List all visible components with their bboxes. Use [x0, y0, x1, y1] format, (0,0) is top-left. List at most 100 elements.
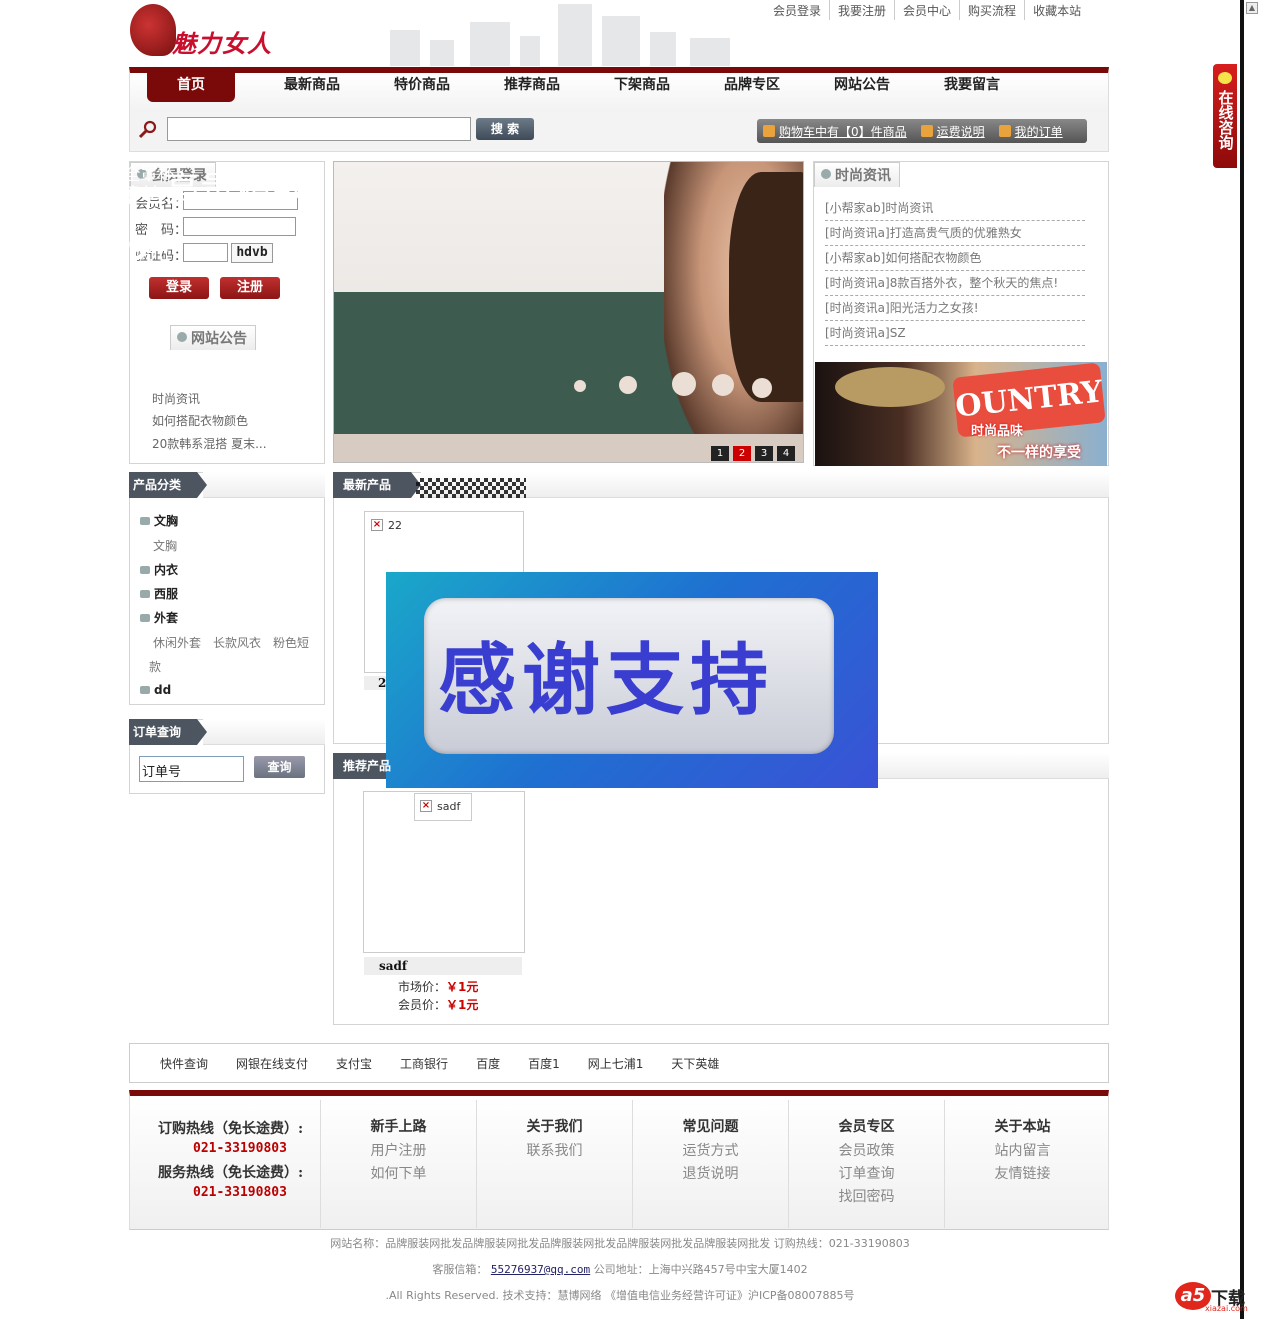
news-item[interactable]: [时尚资讯a]8款百搭外衣，整个秋天的焦点! — [825, 271, 1085, 296]
title-checker-decoration — [416, 478, 526, 498]
nav-announcements[interactable]: 网站公告 — [807, 72, 917, 102]
footer-site-info: 网站名称：品牌服装网批发品牌服装网批发品牌服装网批发品牌服装网批发品牌服装网批发… — [330, 1237, 910, 1250]
news-item[interactable]: [小帮家ab]时尚资讯 — [825, 196, 1085, 221]
nav-leave-message[interactable]: 我要留言 — [917, 72, 1027, 102]
footer-link[interactable]: 用户注册 — [321, 1140, 476, 1163]
nav-new-products[interactable]: 最新商品 — [257, 72, 367, 102]
news-item[interactable]: [小帮家ab]如何搭配衣物颜色 — [825, 246, 1085, 271]
news-item[interactable]: [时尚资讯a]打造高贵气质的优雅熟女 — [825, 221, 1085, 246]
subcategory-item[interactable]: 款 — [149, 658, 161, 675]
top-link-bookmark[interactable]: 收藏本站 — [1024, 0, 1089, 20]
cart-link[interactable]: 购物车中有【0】件商品 — [779, 123, 907, 140]
footer-column-title: 关于我们 — [526, 1119, 583, 1135]
notice-title: 网站公告 — [170, 325, 256, 350]
search-input[interactable] — [167, 117, 471, 141]
footer-link[interactable]: 友情链接 — [945, 1163, 1100, 1186]
footer-column-member: 会员专区 会员政策 订单查询 找回密码 — [788, 1100, 944, 1228]
footer-link[interactable]: 退货说明 — [633, 1163, 788, 1186]
footer-link[interactable]: 如何下单 — [321, 1163, 476, 1186]
banner-page-3[interactable]: 3 — [755, 446, 773, 461]
friend-link[interactable]: 百度 — [476, 1055, 500, 1072]
login-button[interactable]: 登录 — [149, 277, 209, 299]
notice-item[interactable]: 20款韩系混搭 夏末... — [152, 435, 267, 452]
friend-link[interactable]: 网上七浦1 — [588, 1055, 644, 1072]
promo-banner[interactable] — [333, 161, 804, 463]
online-consult-button[interactable]: 在线咨询 — [1213, 64, 1237, 168]
news-item[interactable]: [时尚资讯a]阳光活力之女孩! — [825, 296, 1085, 321]
shipping-info-link[interactable]: 运费说明 — [937, 123, 985, 140]
top-links: 会员登录 我要注册 会员中心 购买流程 收藏本站 — [765, 0, 1089, 20]
order-number-input[interactable]: 订单号 — [139, 756, 244, 782]
broken-image-icon: × — [420, 800, 432, 812]
news-item[interactable]: [时尚资讯a]SZ — [825, 321, 1085, 346]
category-item[interactable]: 文胸 — [140, 512, 178, 529]
footer-column-about: 关于我们 联系我们 — [476, 1100, 632, 1228]
friend-link[interactable]: 快件查询 — [160, 1055, 208, 1072]
subcategory-item[interactable]: 休闲外套 长款风衣 粉色短 — [153, 634, 309, 651]
logo-mark-icon — [130, 4, 176, 56]
password-field[interactable] — [183, 217, 296, 236]
friend-link[interactable]: 支付宝 — [336, 1055, 372, 1072]
category-item[interactable]: 西服 — [140, 585, 178, 602]
footer-link[interactable]: 找回密码 — [789, 1186, 944, 1209]
top-link-purchase-flow[interactable]: 购买流程 — [959, 0, 1024, 20]
chat-bubble-icon — [1218, 72, 1232, 84]
captcha-field[interactable] — [183, 243, 228, 262]
ad-line2: 不一样的享受 — [997, 445, 1081, 461]
register-button[interactable]: 注册 — [220, 277, 280, 299]
ad-line1: 时尚品味 — [971, 424, 1024, 439]
notice-item[interactable]: 如何搭配衣物颜色 — [152, 412, 248, 429]
nav-brand-zone[interactable]: 品牌专区 — [697, 72, 807, 102]
nav-recommended-products[interactable]: 推荐商品 — [477, 72, 587, 102]
nav-special-products[interactable]: 特价商品 — [367, 72, 477, 102]
site-logo[interactable]: 魅力女人 — [130, 2, 280, 62]
banner-price: 体验价169元 — [26, 232, 169, 267]
footer-column-faq: 常见问题 运货方式 退货说明 — [632, 1100, 788, 1228]
shirt-icon — [821, 169, 831, 179]
watermark-logo: a5 下载 xiazai.com — [1175, 1282, 1255, 1314]
nav-home[interactable]: 首页 — [147, 72, 235, 102]
notice-item[interactable]: 时尚资讯 — [152, 390, 200, 407]
footer-column-title: 会员专区 — [838, 1119, 895, 1135]
top-link-member-center[interactable]: 会员中心 — [894, 0, 959, 20]
friend-link[interactable]: 网银在线支付 — [236, 1055, 308, 1072]
my-orders-link[interactable]: 我的订单 — [1015, 123, 1063, 140]
top-link-register[interactable]: 我要注册 — [829, 0, 894, 20]
banner-original-price: 889元 — [26, 270, 64, 285]
friend-link[interactable]: 百度1 — [528, 1055, 560, 1072]
nav-discontinued-products[interactable]: 下架商品 — [587, 72, 697, 102]
member-price: 会员价：￥1元 — [398, 998, 479, 1012]
footer-link[interactable]: 联系我们 — [477, 1140, 632, 1163]
friend-link[interactable]: 天下英雄 — [671, 1055, 719, 1072]
fashion-ad-image[interactable]: OUNTRY 时尚品味 不一样的享受 — [815, 362, 1107, 466]
footer-link[interactable]: 站内留言 — [945, 1140, 1100, 1163]
product-image-broken[interactable]: × sadf — [414, 793, 472, 821]
product-name[interactable]: sadf — [364, 957, 522, 975]
subcategory-item[interactable]: 文胸 — [153, 537, 177, 554]
scroll-up-arrow-icon[interactable]: ▲ — [1246, 2, 1258, 14]
tshirt-icon — [140, 566, 150, 574]
top-link-login[interactable]: 会员登录 — [765, 0, 829, 20]
banner-page-2[interactable]: 2 — [733, 446, 751, 461]
product-image-broken[interactable]: × 22 — [366, 513, 406, 537]
order-query-title: 订单查询 — [129, 719, 325, 745]
category-item[interactable]: 外套 — [140, 609, 178, 626]
tshirt-icon — [140, 517, 150, 525]
tshirt-icon — [140, 614, 150, 622]
order-query-button[interactable]: 查询 — [254, 756, 305, 778]
footer-link[interactable]: 订单查询 — [789, 1163, 944, 1186]
footer-link[interactable]: 运货方式 — [633, 1140, 788, 1163]
banner-page-4[interactable]: 4 — [777, 446, 795, 461]
service-hotline-label: 服务热线（免长途费）: — [158, 1165, 304, 1181]
category-item[interactable]: dd — [140, 683, 171, 697]
banner-page-1[interactable]: 1 — [711, 446, 729, 461]
footer-email-link[interactable]: 55276937@qq.com — [491, 1263, 590, 1276]
captcha-image[interactable]: hdvb — [231, 243, 273, 263]
search-button[interactable]: 搜 索 — [476, 118, 534, 140]
footer-link[interactable]: 会员政策 — [789, 1140, 944, 1163]
order-hotline-number: 021-33190803 — [193, 1141, 287, 1156]
friend-link[interactable]: 工商银行 — [400, 1055, 448, 1072]
category-title: 产品分类 — [129, 472, 325, 498]
header-skyline-decoration — [380, 0, 760, 66]
category-item[interactable]: 内衣 — [140, 561, 178, 578]
